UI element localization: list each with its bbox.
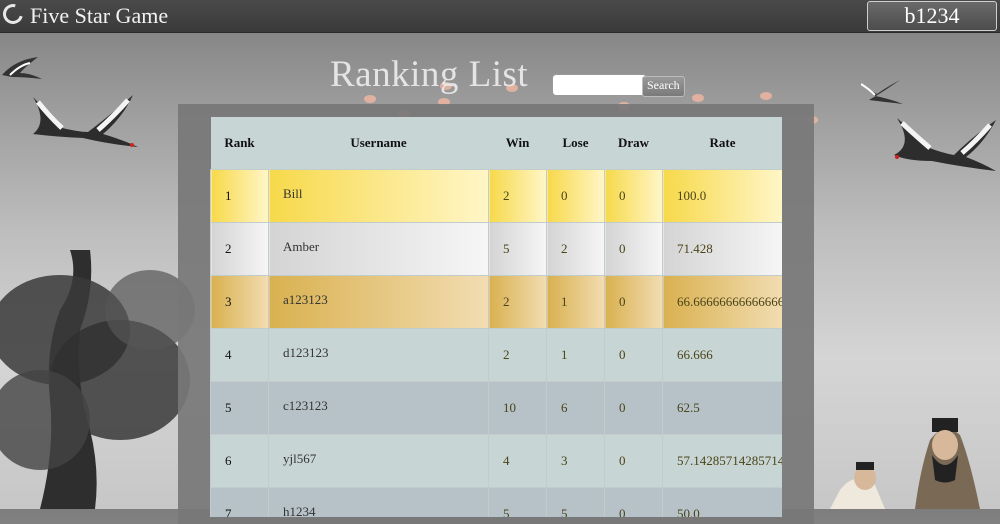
column-header-rate: Rate	[662, 117, 782, 170]
draw-cell: 0	[604, 328, 663, 382]
lose-cell: 1	[546, 328, 605, 382]
table-row: 7 h1234 5 5 0 50.0	[210, 487, 782, 517]
username-cell: yjl567	[268, 434, 489, 488]
app-title: Five Star Game	[30, 3, 169, 28]
lose-cell: 3	[546, 434, 605, 488]
table-header-row: Rank Username Win Lose Draw Rate	[210, 117, 782, 170]
draw-cell: 0	[604, 222, 663, 276]
rate-cell: 50.0	[662, 487, 782, 517]
lose-cell: 6	[546, 381, 605, 435]
crane-icon	[857, 80, 903, 104]
table-row: 5 c123123 10 6 0 62.5	[210, 381, 782, 435]
rank-cell: 6	[210, 434, 269, 488]
draw-cell: 0	[604, 169, 663, 223]
logo-ring-icon	[0, 0, 27, 28]
username-cell: d123123	[268, 328, 489, 382]
win-cell: 2	[488, 328, 547, 382]
table-row: 6 yjl567 4 3 0 57.14285714285714	[210, 434, 782, 488]
draw-cell: 0	[604, 487, 663, 517]
figures-illustration-icon	[830, 418, 980, 509]
rank-cell: 5	[210, 381, 269, 435]
ranking-table-container: Rank Username Win Lose Draw Rate 1 Bill …	[210, 117, 782, 517]
rank-cell: 1	[210, 169, 269, 223]
rate-cell: 57.14285714285714	[662, 434, 782, 488]
rate-cell: 71.428	[662, 222, 782, 276]
search-input[interactable]	[552, 74, 647, 96]
column-header-username: Username	[268, 117, 489, 170]
crane-icon	[894, 118, 996, 171]
username-cell: c123123	[268, 381, 489, 435]
username-cell: a123123	[268, 275, 489, 329]
column-header-draw: Draw	[604, 117, 663, 170]
petal-decoration-icon	[364, 95, 376, 103]
search-button[interactable]: Search	[642, 76, 685, 97]
column-header-lose: Lose	[546, 117, 605, 170]
ranking-table: Rank Username Win Lose Draw Rate 1 Bill …	[210, 117, 782, 517]
lose-cell: 1	[546, 275, 605, 329]
rank-cell: 2	[210, 222, 269, 276]
draw-cell: 0	[604, 275, 663, 329]
rate-cell: 100.0	[662, 169, 782, 223]
username-cell: Bill	[268, 169, 489, 223]
top-bar: Five Star Game b1234	[0, 0, 1000, 33]
rate-cell: 66.666666666666666	[662, 275, 782, 329]
crane-icon	[2, 57, 42, 79]
win-cell: 4	[488, 434, 547, 488]
rank-cell: 4	[210, 328, 269, 382]
win-cell: 2	[488, 275, 547, 329]
win-cell: 10	[488, 381, 547, 435]
table-row: 2 Amber 5 2 0 71.428	[210, 222, 782, 276]
rate-cell: 66.666	[662, 328, 782, 382]
petal-decoration-icon	[692, 94, 704, 102]
crane-icon	[33, 95, 138, 147]
petal-decoration-icon	[760, 92, 772, 100]
win-cell: 5	[488, 222, 547, 276]
username-cell: h1234	[268, 487, 489, 517]
column-header-rank: Rank	[210, 117, 269, 170]
lose-cell: 0	[546, 169, 605, 223]
lose-cell: 5	[546, 487, 605, 517]
user-account-button[interactable]: b1234	[867, 1, 997, 31]
table-row: 1 Bill 2 0 0 100.0	[210, 169, 782, 223]
rate-cell: 62.5	[662, 381, 782, 435]
page-title: Ranking List	[330, 54, 529, 95]
username-cell: Amber	[268, 222, 489, 276]
column-header-win: Win	[488, 117, 547, 170]
win-cell: 2	[488, 169, 547, 223]
lose-cell: 2	[546, 222, 605, 276]
rank-cell: 3	[210, 275, 269, 329]
draw-cell: 0	[604, 434, 663, 488]
win-cell: 5	[488, 487, 547, 517]
rank-cell: 7	[210, 487, 269, 517]
draw-cell: 0	[604, 381, 663, 435]
table-row: 4 d123123 2 1 0 66.666	[210, 328, 782, 382]
table-row: 3 a123123 2 1 0 66.666666666666666	[210, 275, 782, 329]
